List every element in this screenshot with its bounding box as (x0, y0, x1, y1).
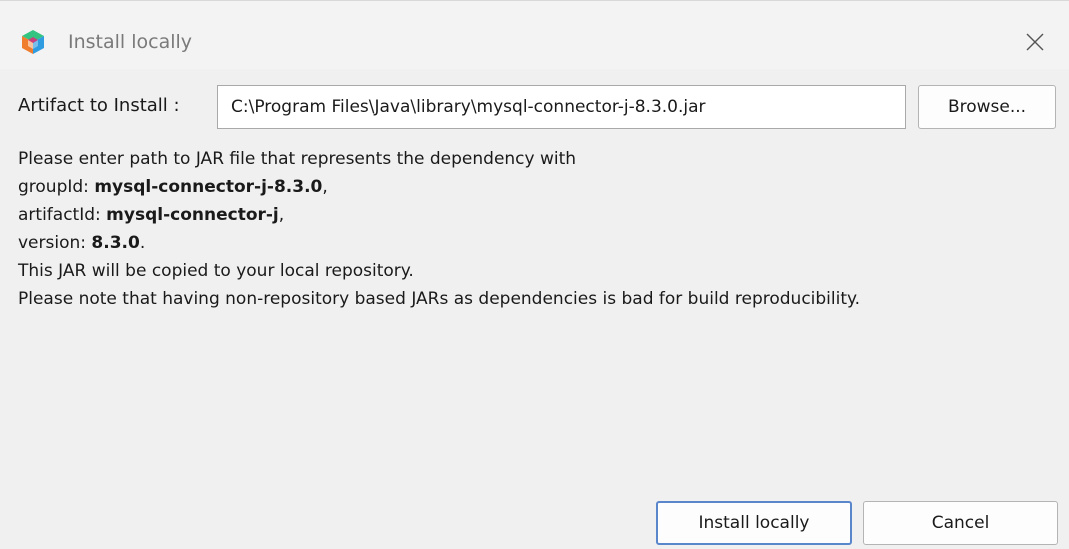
artifact-key: artifactId: (18, 205, 107, 225)
group-separator: , (322, 177, 328, 197)
install-locally-dialog: Install locally Artifact to Install : Br… (0, 0, 1069, 549)
artifact-label: Artifact to Install : (18, 95, 180, 116)
close-icon (1026, 33, 1044, 51)
description-line-intro: Please enter path to JAR file that repre… (18, 149, 577, 169)
group-key: groupId: (18, 177, 95, 197)
description-line-note: Please note that having non-repository b… (18, 289, 861, 309)
description-line-version: version: 8.3.0. (18, 229, 1068, 257)
netbeans-cube-icon (20, 29, 46, 55)
cancel-button[interactable]: Cancel (863, 501, 1058, 545)
version-separator: . (139, 233, 146, 253)
description-line-group: groupId: mysql-connector-j-8.3.0, (18, 173, 1068, 201)
close-button[interactable] (1012, 23, 1058, 61)
artifact-separator: , (278, 205, 285, 225)
group-value: mysql-connector-j-8.3.0 (94, 177, 323, 197)
artifact-value: mysql-connector-j (106, 205, 279, 225)
description-line-artifact: artifactId: mysql-connector-j, (18, 201, 1068, 229)
browse-button[interactable]: Browse... (918, 85, 1056, 129)
artifact-path-input[interactable] (217, 85, 906, 129)
window-title: Install locally (68, 31, 193, 53)
title-bar: Install locally (0, 1, 1069, 69)
description-text: Please enter path to JAR file that repre… (18, 145, 1068, 313)
install-locally-button[interactable]: Install locally (656, 501, 852, 545)
version-value: 8.3.0 (91, 233, 140, 253)
version-key: version: (18, 233, 92, 253)
description-line-copy: This JAR will be copied to your local re… (18, 261, 414, 281)
